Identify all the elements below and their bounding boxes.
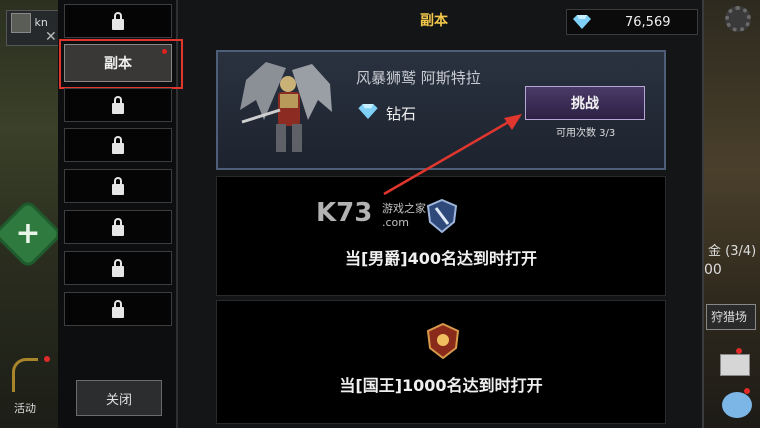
plus-icon: + xyxy=(15,216,41,251)
hunting-ground-button[interactable]: 狩猎场 xyxy=(706,304,756,330)
close-icon[interactable]: ✕ xyxy=(45,29,57,45)
locked-slot[interactable] xyxy=(64,169,172,203)
watermark-brand: K73 xyxy=(316,198,373,228)
quest-progress-fragment: 金 (3/4) xyxy=(708,244,757,259)
chat-icon[interactable] xyxy=(722,392,752,418)
page-title: 副本 xyxy=(420,13,448,29)
locked-dungeon-card xyxy=(216,300,666,424)
chat-notification-dot xyxy=(744,388,750,394)
remaining-uses: 可用次数 3/3 xyxy=(556,128,616,139)
diamond-icon xyxy=(573,15,591,29)
lock-icon xyxy=(112,217,124,236)
locked-slot[interactable] xyxy=(64,4,172,38)
lock-icon xyxy=(112,11,124,30)
boss-name: 风暴狮鹫 阿斯特拉 xyxy=(356,69,481,87)
harp-icon[interactable] xyxy=(12,358,38,392)
locked-slot[interactable] xyxy=(64,128,172,162)
player-name: kn xyxy=(34,16,48,29)
locked-slot[interactable] xyxy=(64,210,172,244)
reward-row: 钻石 xyxy=(358,103,416,124)
player-rank-box[interactable]: kn ✕ xyxy=(6,10,66,46)
mail-icon[interactable] xyxy=(720,354,750,376)
reward-label: 钻石 xyxy=(386,105,417,123)
locked-slot[interactable] xyxy=(64,88,172,122)
k73-watermark: K73 游戏之家 .com xyxy=(316,198,466,238)
locked-slot[interactable] xyxy=(64,292,172,326)
lock-icon xyxy=(112,95,124,114)
watermark-tagline: 游戏之家 xyxy=(382,202,426,215)
notification-dot xyxy=(44,356,50,362)
lock-icon xyxy=(112,258,124,277)
lock-icon xyxy=(112,135,124,154)
diamond-balance: 76,569 xyxy=(566,9,698,35)
king-emblem-icon xyxy=(426,322,460,360)
challenge-button[interactable]: 挑战 xyxy=(525,86,645,120)
lock-icon xyxy=(112,299,124,318)
diamond-count: 76,569 xyxy=(625,14,671,30)
highlight-box xyxy=(59,39,183,89)
value-fragment: 00 xyxy=(704,262,722,278)
close-button[interactable]: 关闭 xyxy=(76,380,162,416)
unlock-requirement: 当[男爵]400名达到时打开 xyxy=(344,249,538,268)
rank-icon xyxy=(11,13,31,33)
gear-icon[interactable] xyxy=(725,6,751,32)
lock-icon xyxy=(112,176,124,195)
boss-portrait xyxy=(240,62,332,152)
diamond-icon xyxy=(358,104,378,123)
unlock-requirement: 当[国王]1000名达到时打开 xyxy=(339,376,543,395)
activity-label: 活动 xyxy=(14,402,36,415)
watermark-domain: .com xyxy=(382,216,409,229)
locked-slot[interactable] xyxy=(64,251,172,285)
mail-notification-dot xyxy=(736,348,742,354)
